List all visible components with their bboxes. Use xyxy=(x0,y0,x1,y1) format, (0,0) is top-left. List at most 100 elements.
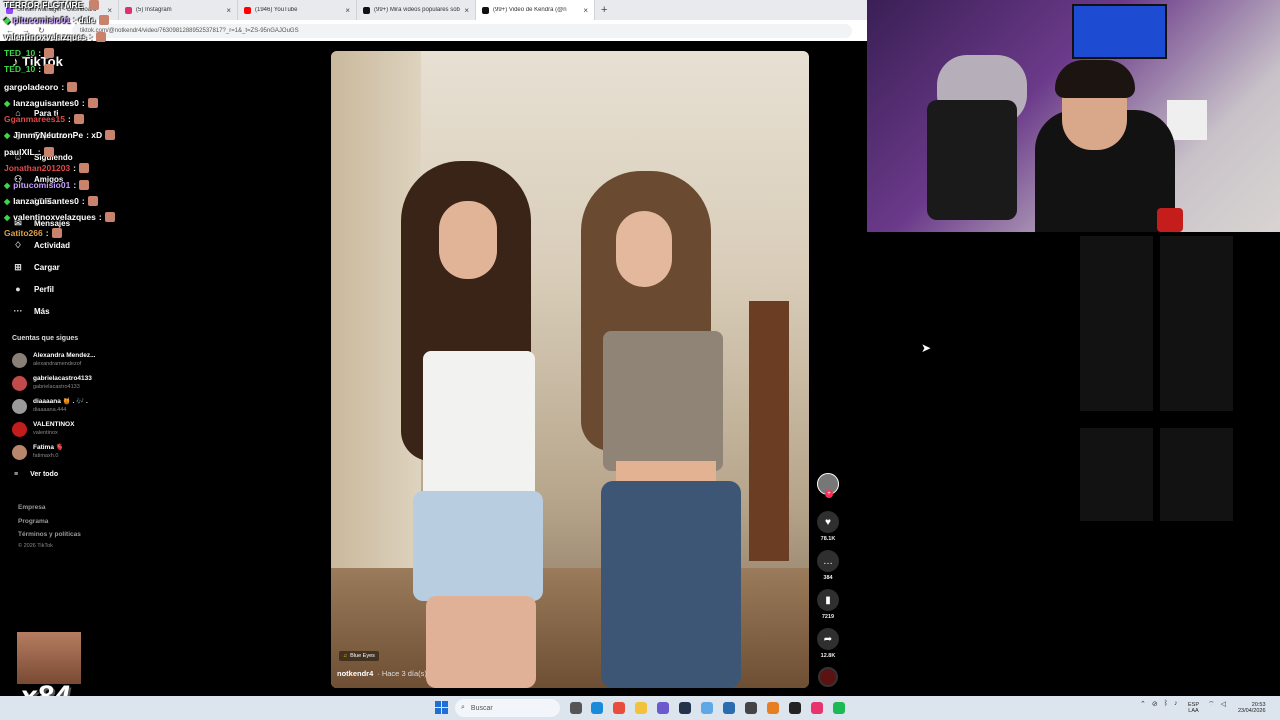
chat-username: pitucomisio01 xyxy=(13,180,71,190)
terminal-icon[interactable] xyxy=(789,702,801,714)
app-icon[interactable] xyxy=(767,702,779,714)
chat-message: TERROR FLGTMRE xyxy=(4,0,100,10)
chat-message: ◆ pitucomisio01: xyxy=(4,180,90,190)
profile-icon: ● xyxy=(15,284,21,294)
chat-username: valentinoxvelazques xyxy=(13,212,96,222)
see-all-label: Ver todo xyxy=(30,471,59,478)
chevron-up-icon[interactable]: ⌃ xyxy=(1140,700,1146,708)
tiktok-app-icon[interactable] xyxy=(811,702,823,714)
comment-action[interactable]: … 384 xyxy=(817,550,839,581)
file-explorer-icon[interactable] xyxy=(635,702,647,714)
following-handle: diaaaana.444 xyxy=(33,407,67,413)
footer-link-empresa[interactable]: Empresa xyxy=(18,504,45,511)
app-icon[interactable] xyxy=(701,702,713,714)
sub-badge-icon: ◆ xyxy=(4,15,11,25)
sidebar-item-9[interactable]: ··· Más xyxy=(12,306,50,316)
following-name: diaaaana 🍯 . 🎶 . xyxy=(33,398,88,405)
obs-icon[interactable] xyxy=(745,702,757,714)
following-item[interactable]: gabrielacastro4133 gabrielacastro4133 xyxy=(12,375,92,391)
person-right-face xyxy=(616,211,672,287)
close-icon[interactable]: × xyxy=(464,6,469,15)
bookmark-icon[interactable]: ▮ xyxy=(817,589,839,611)
following-item[interactable]: VALENTINOX valentinox xyxy=(12,421,74,437)
save-count: 7219 xyxy=(821,614,835,620)
microphone-icon[interactable]: ♪ xyxy=(1174,700,1178,708)
clock-date: 23/04/2026 xyxy=(1238,708,1266,714)
url-field[interactable]: tiktok.com/@notkendr4/video/763098128895… xyxy=(72,23,852,38)
heart-icon[interactable]: ♥ xyxy=(817,511,839,533)
placeholder-tile xyxy=(1080,318,1153,411)
following-item[interactable]: Alexandra Mendez... alexandramendezof xyxy=(12,352,96,368)
spotify-icon[interactable] xyxy=(833,702,845,714)
upload-icon: ⊞ xyxy=(14,262,22,272)
following-names: diaaaana 🍯 . 🎶 . diaaaana.444 xyxy=(33,398,88,414)
sidebar-item-6[interactable]: ♢ Actividad xyxy=(12,240,70,251)
task-view-icon[interactable] xyxy=(570,702,582,714)
sub-alert-image xyxy=(17,632,81,684)
browser-tab[interactable]: (99+) Video de Kendra (@n × xyxy=(476,0,595,20)
new-tab-icon[interactable]: + xyxy=(601,4,607,16)
music-tag[interactable]: ♫ Blue Eyes xyxy=(339,651,379,661)
video-player[interactable]: ♫ Blue Eyes notkendr4 · Hace 3 día(s) xyxy=(331,51,809,688)
sidebar-item-label: Más xyxy=(34,306,50,316)
chat-message: ◆ JimmyNeutronPe: xD xyxy=(4,130,116,140)
chat-username: TED_10 xyxy=(4,48,36,58)
keyboard-layout[interactable]: ESP LAA xyxy=(1188,702,1199,714)
browser-tab[interactable]: (5) Instagram × xyxy=(119,0,238,20)
network-icon[interactable]: ⊘ xyxy=(1152,700,1158,708)
browser-tab[interactable]: (99+) Mira videos populares sob × xyxy=(357,0,476,20)
chrome-icon[interactable] xyxy=(613,702,625,714)
sub-badge-icon: ◆ xyxy=(4,180,11,190)
wifi-icon[interactable]: ⌔ xyxy=(1208,700,1215,709)
following-names: VALENTINOX valentinox xyxy=(33,421,74,437)
footer-link-terminos[interactable]: Términos y políticas xyxy=(18,531,81,538)
placeholder-tile xyxy=(1160,318,1233,411)
sidebar-item-7[interactable]: ⊞ Cargar xyxy=(12,262,60,273)
share-action[interactable]: ➦ 12.8K xyxy=(817,628,839,659)
taskbar-search[interactable]: ⌕ Buscar xyxy=(455,699,560,717)
sidebar-item-8[interactable]: ● Perfil xyxy=(12,284,54,294)
footer-link-programa[interactable]: Programa xyxy=(18,518,48,525)
share-icon[interactable]: ➦ xyxy=(817,628,839,650)
follow-plus-icon[interactable]: + xyxy=(825,490,833,498)
chat-text: : xyxy=(98,212,102,222)
like-count: 78.1K xyxy=(820,536,836,542)
author-avatar[interactable]: + xyxy=(817,473,839,498)
close-icon[interactable]: × xyxy=(345,6,350,15)
see-all-button[interactable]: ≡ Ver todo xyxy=(14,471,58,478)
edge-icon[interactable] xyxy=(591,702,603,714)
placeholder-tile xyxy=(1080,236,1153,329)
chat-message: gargoladeoro: xyxy=(4,82,78,92)
cam-cup xyxy=(1157,208,1183,232)
close-icon[interactable]: × xyxy=(583,6,588,15)
placeholder-tile xyxy=(1080,428,1153,521)
emote-icon xyxy=(44,48,55,58)
windows-start-icon[interactable] xyxy=(435,701,448,714)
save-action[interactable]: ▮ 7219 xyxy=(817,589,839,620)
comment-count: 384 xyxy=(823,575,833,581)
volume-icon[interactable]: ◁ xyxy=(1221,700,1226,709)
steam-icon[interactable] xyxy=(679,702,691,714)
chat-text: : xyxy=(38,64,42,74)
comment-icon[interactable]: … xyxy=(817,550,839,572)
chat-username: lanzaguisantes0 xyxy=(13,98,79,108)
clock[interactable]: 20:53 23/04/2026 xyxy=(1238,702,1266,714)
video-author[interactable]: notkendr4 xyxy=(337,669,373,678)
chat-text: : xyxy=(73,180,77,190)
avatar xyxy=(12,444,27,460)
chat-message: Gatito266: xyxy=(4,228,62,238)
chat-text: : xD xyxy=(86,130,103,140)
following-item[interactable]: diaaaana 🍯 . 🎶 . diaaaana.444 xyxy=(12,398,88,414)
discord-icon[interactable] xyxy=(657,702,669,714)
video-door xyxy=(749,301,789,561)
chat-text: : xyxy=(45,228,49,238)
close-icon[interactable]: × xyxy=(107,6,112,15)
following-name: Alexandra Mendez... xyxy=(33,352,96,359)
following-item[interactable]: Fatima 🫀 fatimaxh.0 xyxy=(12,444,64,460)
close-icon[interactable]: × xyxy=(226,6,231,15)
music-disc-icon[interactable] xyxy=(818,667,838,687)
bluetooth-icon[interactable]: ᛒ xyxy=(1164,700,1168,708)
app-icon[interactable] xyxy=(723,702,735,714)
browser-tab[interactable]: (1946) YouTube × xyxy=(238,0,357,20)
like-action[interactable]: ♥ 78.1K xyxy=(817,511,839,542)
